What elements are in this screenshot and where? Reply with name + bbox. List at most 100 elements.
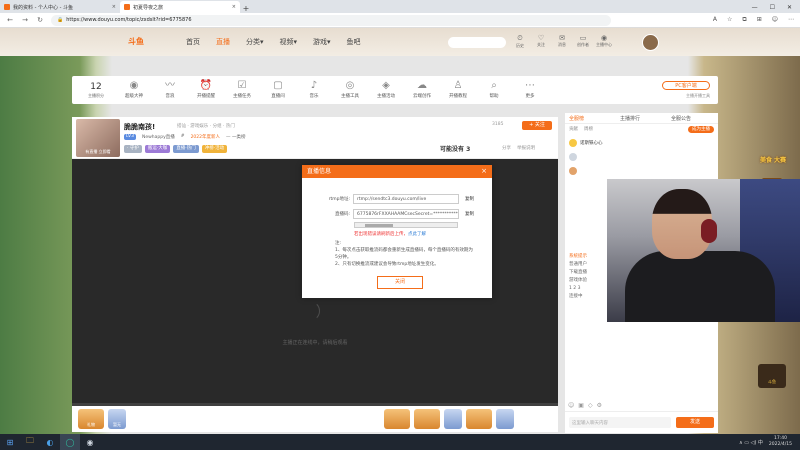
gift-item[interactable]: 礼物	[78, 409, 104, 429]
pc-client-button[interactable]: PC客户端	[662, 81, 710, 90]
nav-yuba[interactable]: 鱼吧	[347, 37, 361, 47]
nav-live[interactable]: 直播	[216, 37, 230, 47]
header-anchor-center[interactable]: ◉ 主播中心	[596, 34, 612, 49]
extensions-icon[interactable]: ⧉	[742, 16, 746, 24]
subtab-weekly[interactable]: 周榜	[584, 126, 593, 132]
rtmp-field[interactable]: rtmp://sendtc3.douyu.com/live	[353, 194, 459, 204]
minimize-button[interactable]: —	[752, 4, 758, 11]
app-icon[interactable]: ◐	[40, 434, 60, 450]
share-button[interactable]: 分享	[502, 145, 511, 151]
emoji-icon[interactable]: ☺	[568, 402, 574, 409]
tab-server-rank[interactable]: 全服榜	[565, 115, 616, 122]
chat-messages: 系统提示 普通用户 下载直播 游戏体验 1 2 3 连接中	[569, 253, 609, 301]
gift-icon[interactable]: ▣	[578, 402, 584, 409]
header-creator[interactable]: ▭ 创作者	[575, 34, 591, 49]
gift-item[interactable]: 暂无	[108, 409, 126, 429]
activity-icon: ◈	[382, 80, 390, 91]
favorite-star-icon[interactable]: ☆	[727, 16, 732, 24]
edge-icon[interactable]: ◯	[60, 434, 80, 450]
douyu-logo[interactable]: 斗鱼	[128, 36, 144, 47]
forward-button[interactable]: →	[21, 16, 29, 24]
become-anchor-button[interactable]: 成为主播	[688, 125, 714, 133]
dialog-close-icon[interactable]: ×	[481, 165, 487, 178]
new-tab-button[interactable]: +	[240, 4, 252, 13]
gift-item[interactable]	[444, 409, 462, 429]
tab-active-topic[interactable]: 初夏导夜之旅 ×	[120, 1, 240, 13]
tool-item[interactable]: ▢ 直播间	[260, 81, 296, 100]
list-item[interactable]	[569, 164, 714, 178]
tool-item[interactable]: ♙ 开播教程	[440, 81, 476, 100]
scroll-thumb[interactable]	[365, 224, 393, 227]
header-follow[interactable]: ♡ 关注	[533, 34, 549, 49]
gift-item[interactable]	[414, 409, 440, 429]
reload-button[interactable]: ↻	[36, 16, 44, 24]
report-button[interactable]: 举报说明	[517, 145, 535, 151]
gift-item[interactable]	[496, 409, 514, 429]
close-tab-icon[interactable]: ×	[112, 4, 116, 10]
tool-item[interactable]: ☁ 云端创作	[404, 81, 440, 100]
tray-icons[interactable]: ∧ ▭ ◁) 中	[739, 439, 763, 446]
anchor-header: 有直播 立即看 脆脆南孩! 搭讪 · 游戏娱乐 · 分组 · 热门 LV3 Ne…	[72, 117, 558, 159]
tool-item[interactable]: ⌕ 帮助	[476, 81, 512, 100]
tag-pill[interactable]: · 守护	[124, 145, 142, 153]
tool-item[interactable]: ♪ 音乐	[296, 80, 332, 100]
event-logo[interactable]: 斗鱼	[758, 364, 786, 388]
user-avatar[interactable]	[642, 34, 659, 51]
file-explorer-icon[interactable]: 🗀	[20, 434, 40, 450]
clock[interactable]: 17:40 2022/4/15	[769, 436, 792, 448]
send-button[interactable]: 发送	[676, 417, 714, 428]
maximize-button[interactable]: ☐	[770, 4, 775, 11]
menu-icon[interactable]: ⋯	[788, 16, 794, 24]
close-tab-icon[interactable]: ×	[232, 4, 236, 10]
more-icon: ⋯	[525, 80, 535, 91]
setting-icon[interactable]: ⚙	[597, 402, 602, 409]
profile-icon[interactable]: ☺	[772, 16, 778, 24]
close-window-button[interactable]: ✕	[787, 4, 792, 11]
douyu-favicon	[124, 4, 130, 10]
daily-task[interactable]: 可能没有 3	[440, 144, 470, 153]
anchor-avatar[interactable]: 有直播 立即看	[76, 119, 120, 157]
key-field[interactable]: 6775876rFXXAHAAMCsecSecret=*************	[353, 209, 459, 219]
key-scrollbar[interactable]	[354, 222, 458, 228]
nav-games[interactable]: 游戏▾	[313, 37, 331, 47]
header-history[interactable]: ⏲ 历史	[512, 34, 528, 49]
music-icon: ♪	[310, 80, 318, 91]
list-item[interactable]	[569, 150, 714, 164]
start-icon[interactable]: ⊞	[0, 434, 20, 450]
tool-item[interactable]: ◈ 主播活动	[368, 80, 404, 100]
tool-item[interactable]: ⋯ 更多	[512, 80, 548, 100]
back-button[interactable]: ←	[6, 16, 14, 24]
nav-home[interactable]: 首页	[186, 37, 200, 47]
tool-item[interactable]: ◉ 超级大神	[116, 81, 152, 100]
tool-item[interactable]: ⏰ 开播提醒	[188, 81, 224, 100]
gift-item[interactable]	[384, 409, 410, 429]
tab-my-profile[interactable]: 我的资料 - 个人中心 - 斗鱼 ×	[0, 1, 120, 13]
obs-icon[interactable]: ◉	[80, 434, 100, 450]
gift-item[interactable]	[466, 409, 492, 429]
tag-pill[interactable]: 冲榜·活动	[201, 145, 228, 153]
tool-label: 云端创作	[413, 94, 431, 99]
fan-icon[interactable]: ◇	[588, 402, 593, 409]
read-aloud-icon[interactable]: A	[713, 16, 717, 24]
follow-button[interactable]: + 关注	[522, 121, 552, 130]
copy-rtmp-button[interactable]: 复制	[465, 196, 474, 202]
tool-item[interactable]: ◎ 主播工具	[332, 81, 368, 100]
dialog-close-button[interactable]: 关闭	[377, 276, 423, 289]
nav-video[interactable]: 视频▾	[280, 37, 298, 47]
tag-pill[interactable]: 直播·热门	[173, 145, 199, 153]
copy-key-button[interactable]: 复制	[465, 211, 474, 217]
chat-input[interactable]: 这里输入聊天内容	[569, 417, 671, 428]
tool-item[interactable]: ☑ 主播任务	[224, 81, 260, 100]
collections-icon[interactable]: ⊞	[757, 16, 762, 24]
list-item[interactable]: 诺斯铁心心	[569, 136, 714, 150]
tab-anchor-rank[interactable]: 主播排行	[616, 115, 667, 122]
header-messages[interactable]: ✉ 消息	[554, 34, 570, 49]
nav-category[interactable]: 分类▾	[246, 37, 264, 47]
subtab-contribution[interactable]: 贡献	[569, 126, 578, 132]
tag-pill[interactable]: 搬运·大咖	[144, 145, 171, 153]
url-input[interactable]: 🔒 https://www.douyu.com/topic/zxdslt?rid…	[51, 14, 611, 26]
tab-server-notice[interactable]: 全服公告	[667, 115, 718, 122]
tool-item[interactable]: 〰音浪	[152, 81, 188, 100]
learn-more-link[interactable]: 点此了解	[408, 232, 426, 237]
site-search-input[interactable]	[448, 37, 506, 48]
